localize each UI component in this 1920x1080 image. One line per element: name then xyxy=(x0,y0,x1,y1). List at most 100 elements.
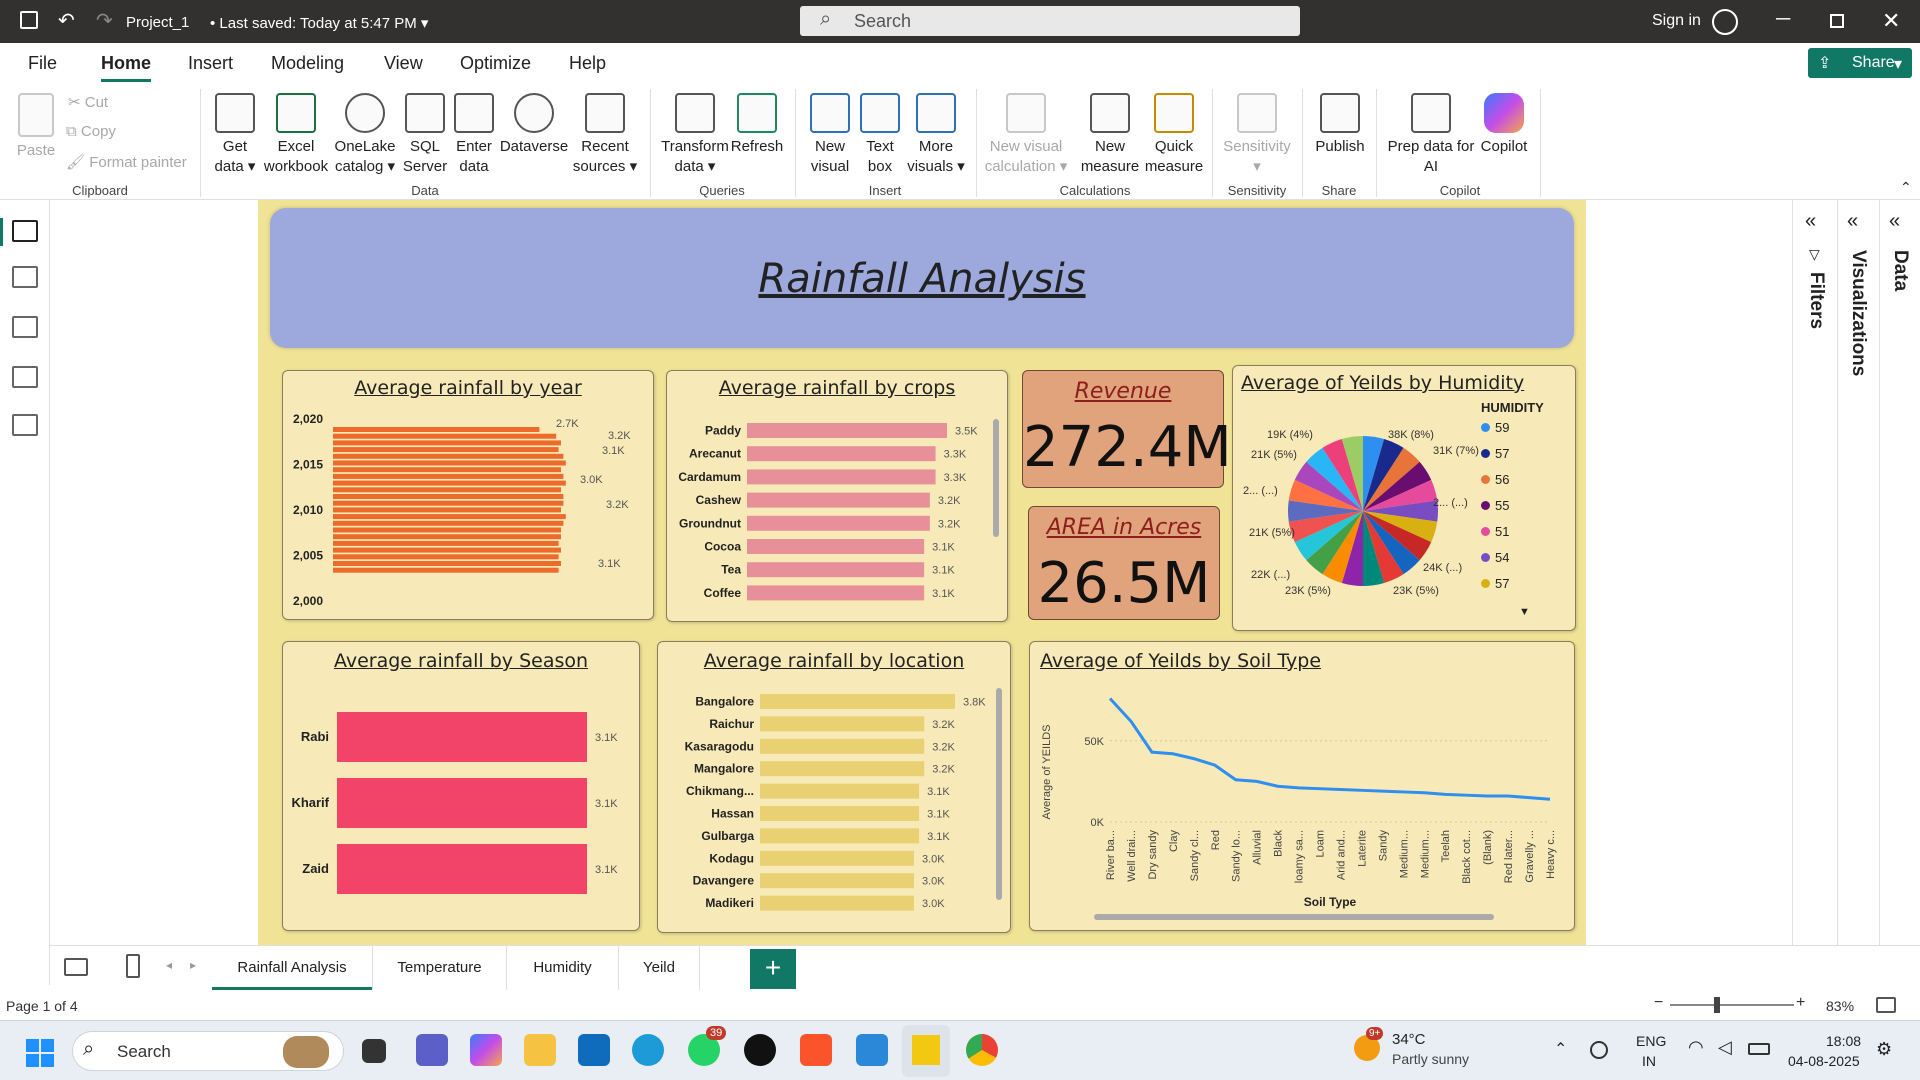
fit-to-page-icon[interactable] xyxy=(1876,997,1896,1013)
data-pane-label[interactable]: Data xyxy=(1889,250,1911,291)
language-line2[interactable]: IN xyxy=(1642,1053,1656,1069)
task-view-icon[interactable] xyxy=(362,1039,386,1063)
sensitivity-button[interactable]: Sensitivity ▾ xyxy=(1218,93,1296,177)
publish-button[interactable]: Publish xyxy=(1310,93,1370,157)
get-data-button[interactable]: Get data ▾ xyxy=(208,93,262,177)
horizontal-scrollbar[interactable] xyxy=(1094,914,1494,920)
teams-meet-icon[interactable] xyxy=(416,1034,448,1066)
battery-icon[interactable] xyxy=(1748,1043,1770,1055)
onelake-catalog-button[interactable]: OneLake catalog ▾ xyxy=(332,93,398,177)
new-visual-calculation-button[interactable]: New visual calculation ▾ xyxy=(984,93,1068,177)
refresh-button[interactable]: Refresh xyxy=(730,93,784,157)
chart-rainfall-by-location[interactable]: Average rainfall by location Bangalore 3.… xyxy=(657,641,1011,933)
menu-file[interactable]: File xyxy=(28,53,57,74)
collapse-ribbon-icon[interactable]: ⌃ xyxy=(1900,179,1912,196)
chart-rainfall-by-season[interactable]: Average rainfall by Season Rabi 3.1K Khari… xyxy=(282,641,640,931)
outlook-icon[interactable] xyxy=(578,1034,610,1066)
recent-sources-button[interactable]: Recent sources ▾ xyxy=(570,93,640,177)
zoom-slider[interactable] xyxy=(1670,1004,1794,1006)
sql-server-button[interactable]: SQL Server xyxy=(400,93,450,177)
clock-time[interactable]: 18:08 xyxy=(1826,1033,1861,1049)
legend-item[interactable]: 59 xyxy=(1481,420,1509,435)
legend-item[interactable]: 57 xyxy=(1481,576,1509,591)
brave-icon[interactable] xyxy=(800,1034,832,1066)
zoom-slider-thumb[interactable] xyxy=(1714,997,1720,1013)
whatsapp-icon[interactable]: 39 xyxy=(688,1026,727,1066)
close-icon[interactable]: ✕ xyxy=(1882,8,1900,34)
legend-item[interactable]: 54 xyxy=(1481,550,1509,565)
format-painter-button[interactable]: 🖌 Format painter xyxy=(66,153,187,171)
area-card[interactable]: AREA in Acres 26.5M xyxy=(1028,506,1220,620)
edge-icon[interactable] xyxy=(632,1034,664,1066)
copilot-app-icon[interactable] xyxy=(470,1034,502,1066)
legend-item[interactable]: 57 xyxy=(1481,446,1509,461)
menu-insert[interactable]: Insert xyxy=(188,53,233,74)
chrome-icon[interactable] xyxy=(966,1034,998,1066)
power-bi-taskbar-active[interactable] xyxy=(902,1025,950,1077)
transform-data-button[interactable]: Transform data ▾ xyxy=(660,93,730,177)
sign-in-button[interactable]: Sign in xyxy=(1652,12,1701,30)
scrollbar[interactable] xyxy=(993,419,999,537)
search-box[interactable]: ⌕ Search xyxy=(800,6,1300,36)
page-tab-rainfall-analysis[interactable]: Rainfall Analysis xyxy=(212,946,372,990)
page-tab-humidity[interactable]: Humidity xyxy=(506,946,618,990)
new-visual-button[interactable]: New visual xyxy=(804,93,856,177)
quick-measure-button[interactable]: Quick measure xyxy=(1142,93,1206,177)
zoom-in-button[interactable]: + xyxy=(1796,994,1805,1012)
undo-icon[interactable]: ↶ xyxy=(58,8,75,33)
tmdl-view-icon[interactable] xyxy=(12,414,38,436)
zoom-level[interactable]: 83% xyxy=(1826,998,1854,1014)
filters-pane-label[interactable]: Filters xyxy=(1805,272,1827,329)
menu-optimize[interactable]: Optimize xyxy=(460,53,531,74)
chart-rainfall-by-year[interactable]: Average rainfall by year 2,020 2,015 2,010… xyxy=(282,370,654,620)
page-tab-yeild[interactable]: Yeild xyxy=(618,946,700,990)
menu-home[interactable]: Home xyxy=(101,53,152,82)
restore-icon[interactable] xyxy=(1830,14,1844,28)
legend-item[interactable]: 51 xyxy=(1481,524,1509,539)
save-icon[interactable] xyxy=(20,11,38,29)
expand-data-icon[interactable]: « xyxy=(1889,210,1900,233)
file-explorer-icon[interactable] xyxy=(524,1034,556,1066)
next-page-icon[interactable]: ▸ xyxy=(190,958,196,972)
add-page-button[interactable]: + xyxy=(750,949,796,989)
zoom-out-button[interactable]: − xyxy=(1654,994,1663,1012)
visualizations-pane-label[interactable]: Visualizations xyxy=(1847,250,1869,376)
prep-data-ai-button[interactable]: Prep data for AI xyxy=(1384,93,1478,177)
legend-scroll-down-icon[interactable]: ▼ xyxy=(1519,606,1530,618)
language-line1[interactable]: ENG xyxy=(1636,1033,1666,1049)
mobile-layout-icon[interactable] xyxy=(126,954,140,978)
dax-query-view-icon[interactable] xyxy=(12,366,38,388)
desktop-layout-icon[interactable] xyxy=(64,958,88,976)
new-measure-button[interactable]: New measure xyxy=(1078,93,1142,177)
text-box-button[interactable]: Text box xyxy=(856,93,904,177)
page-tab-temperature[interactable]: Temperature xyxy=(372,946,506,990)
redo-icon[interactable]: ↷ xyxy=(96,8,113,33)
model-view-icon[interactable] xyxy=(12,316,38,338)
legend-item[interactable]: 56 xyxy=(1481,472,1509,487)
chart-yields-by-humidity[interactable]: Average of Yeilds by Humidity 38K (8%) 31… xyxy=(1232,365,1576,631)
minimize-icon[interactable]: ─ xyxy=(1776,8,1790,31)
menu-modeling[interactable]: Modeling xyxy=(271,53,344,74)
copy-button[interactable]: ⧉ Copy xyxy=(66,123,116,140)
clock-date[interactable]: 04-08-2025 xyxy=(1788,1053,1860,1069)
revenue-card[interactable]: Revenue 272.4M xyxy=(1022,370,1232,488)
menu-help[interactable]: Help xyxy=(569,53,606,74)
share-button[interactable]: ⇪ Share ▾ xyxy=(1808,48,1912,78)
expand-filters-icon[interactable]: « xyxy=(1805,210,1816,233)
show-hidden-icons-icon[interactable]: ⌃ xyxy=(1554,1039,1567,1059)
legend-item[interactable]: 55 xyxy=(1481,498,1509,513)
more-visuals-button[interactable]: More visuals ▾ xyxy=(906,93,966,177)
taskbar-search-box[interactable]: ⌕ Search xyxy=(72,1031,344,1071)
cut-button[interactable]: ✂ Cut xyxy=(68,93,108,111)
notifications-icon[interactable]: ⚙ xyxy=(1876,1039,1892,1060)
paste-button[interactable]: Paste xyxy=(14,93,58,161)
windows-start-icon[interactable] xyxy=(26,1039,54,1067)
chatgpt-icon[interactable] xyxy=(744,1034,776,1066)
notepad-icon[interactable] xyxy=(856,1034,888,1066)
scrollbar[interactable] xyxy=(996,688,1002,900)
chart-yields-by-soil-type[interactable]: Average of Yeilds by Soil Type 50K 0K Aver… xyxy=(1029,641,1575,931)
expand-visualizations-icon[interactable]: « xyxy=(1847,210,1858,233)
table-view-icon[interactable] xyxy=(12,266,38,288)
dataverse-button[interactable]: Dataverse xyxy=(498,93,570,157)
wifi-icon[interactable]: ◠ xyxy=(1688,1037,1704,1058)
